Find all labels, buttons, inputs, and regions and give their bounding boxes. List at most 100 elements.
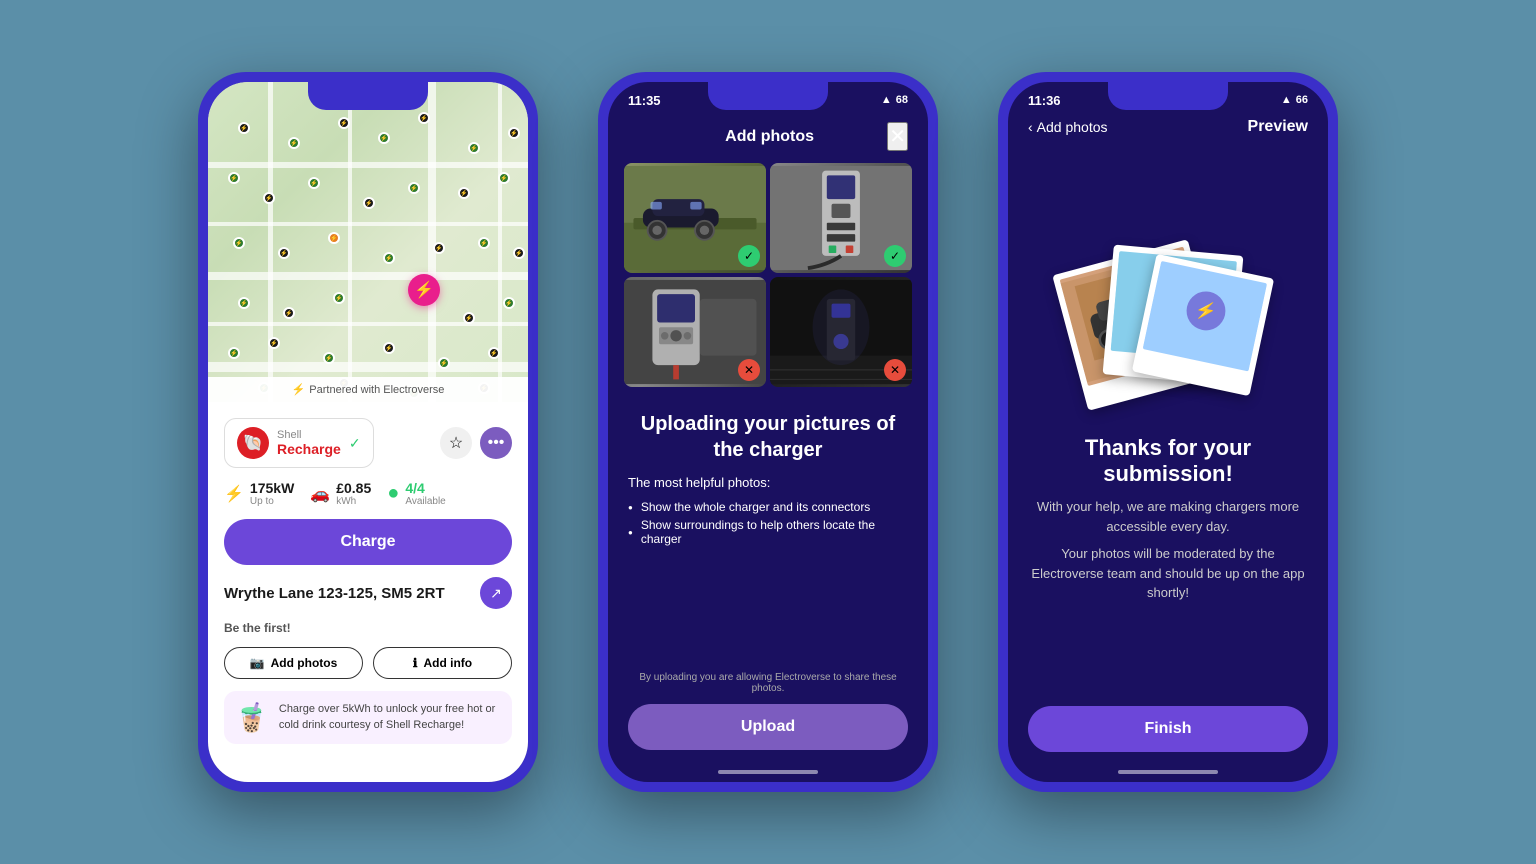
time-3: 11:36: [1028, 93, 1061, 108]
charger-marker-11: [363, 197, 375, 209]
charger-marker-31: [438, 357, 450, 369]
favorite-button[interactable]: ☆: [440, 427, 472, 459]
photo-cell-1: ✓: [624, 163, 766, 273]
address-text: Wrythe Lane 123-125, SM5 2RT: [224, 585, 445, 602]
phone-1-screen: ⚡ ⚡: [208, 82, 528, 782]
finish-button[interactable]: Finish: [1028, 706, 1308, 752]
photo-cell-2: ✓: [770, 163, 912, 273]
back-button[interactable]: ‹ Add photos: [1028, 119, 1108, 135]
road-horizontal-3: [208, 272, 528, 280]
promo-row: 🧋 Charge over 5kWh to unlock your free h…: [224, 691, 512, 744]
photo-badge-2: ✓: [884, 245, 906, 267]
map-area: ⚡ ⚡: [208, 82, 528, 402]
photo-badge-3: ✕: [738, 359, 760, 381]
upload-button[interactable]: Upload: [628, 704, 908, 750]
close-button-2[interactable]: ✕: [887, 122, 908, 151]
time-2: 11:35: [628, 93, 661, 108]
charger-marker-14: [498, 172, 510, 184]
phone-2: 11:35 ▲ 68 Add photos ✕: [598, 72, 938, 792]
phone-1-notch: [308, 82, 428, 110]
photos-grid: ✓: [608, 163, 928, 387]
upload-title: Uploading your pictures of the charger: [628, 411, 908, 463]
charger-marker-13: [458, 187, 470, 199]
photo-cell-3: ✕: [624, 277, 766, 387]
charger-marker-15: [233, 237, 245, 249]
charger-marker-4: [378, 132, 390, 144]
upload-footer: By uploading you are allowing Electrover…: [608, 660, 928, 762]
charger-marker-29: [323, 352, 335, 364]
action-buttons: 📷 Add photos ℹ Add info: [224, 647, 512, 679]
navigate-button[interactable]: ↗: [480, 577, 512, 609]
thanks-desc-2: Your photos will be moderated by the Ele…: [1028, 544, 1308, 603]
charger-marker-16: [278, 247, 290, 259]
address-row: Wrythe Lane 123-125, SM5 2RT ↗: [224, 577, 512, 609]
price-value: £0.85: [336, 480, 371, 496]
preview-label: Preview: [1248, 118, 1308, 136]
charge-button[interactable]: Charge: [224, 519, 512, 565]
lightning-icon: ⚡: [292, 383, 306, 396]
charger-marker-23: [283, 307, 295, 319]
charger-marker-10: [308, 177, 320, 189]
selected-charger-marker[interactable]: ⚡: [408, 274, 440, 306]
photo-badge-1: ✓: [738, 245, 760, 267]
battery-2: 68: [896, 94, 908, 106]
thanks-title: Thanks for your submission!: [1028, 435, 1308, 487]
road-vertical-2: [348, 82, 352, 402]
charger-marker-21: [513, 247, 525, 259]
partnered-bar: ⚡ Partnered with Electroverse: [208, 377, 528, 402]
phone-2-screen: 11:35 ▲ 68 Add photos ✕: [608, 82, 928, 782]
availability-stat: ● 4/4 Available: [387, 480, 446, 507]
thanks-area: ⚡ Thanks for your submission! With your …: [1008, 148, 1328, 706]
availability-value: 4/4: [405, 480, 445, 496]
power-label: Up to: [250, 496, 294, 507]
add-photos-button[interactable]: 📷 Add photos: [224, 647, 363, 679]
power-values: 175kW Up to: [250, 480, 294, 507]
charger-marker-9: [263, 192, 275, 204]
charger-marker-5: [418, 112, 430, 124]
promo-text: Charge over 5kWh to unlock your free hot…: [279, 702, 502, 733]
charger-marker-22: [238, 297, 250, 309]
brand-badge: 🐚 Shell Recharge ✓: [224, 418, 374, 468]
add-photos-label: Add photos: [271, 656, 338, 670]
promo-icon: 🧋: [234, 701, 269, 734]
modal-title-2: Add photos: [652, 128, 887, 146]
status-icons-3: ▲ 66: [1281, 94, 1308, 106]
charger-marker-25: [463, 312, 475, 324]
info-icon: ℹ: [413, 656, 418, 670]
add-info-button[interactable]: ℹ Add info: [373, 647, 512, 679]
be-first-label: Be the first!: [224, 621, 512, 635]
verified-icon: ✓: [349, 435, 361, 452]
helpful-label: The most helpful photos:: [628, 475, 908, 490]
phone-3-screen: 11:36 ▲ 66 ‹ Add photos Preview: [1008, 82, 1328, 782]
availability-label: Available: [405, 496, 445, 507]
wifi-icon-2: ▲: [881, 94, 892, 106]
price-values: £0.85 kWh: [336, 480, 371, 507]
wifi-icon-3: ▲: [1281, 94, 1292, 106]
polaroid-3-inner: ⚡: [1143, 261, 1267, 371]
charger-marker-26: [503, 297, 515, 309]
more-options-button[interactable]: •••: [480, 427, 512, 459]
brand-name: Shell Recharge: [277, 429, 341, 457]
brand-shell: Shell: [277, 429, 341, 441]
price-unit: kWh: [336, 496, 371, 507]
upload-disclaimer: By uploading you are allowing Electrover…: [628, 672, 908, 694]
phones-container: ⚡ ⚡: [198, 72, 1338, 792]
status-icons-2: ▲ 68: [881, 94, 908, 106]
charger-marker-1: [238, 122, 250, 134]
road-horizontal-1: [208, 162, 528, 168]
phone-1: ⚡ ⚡: [198, 72, 538, 792]
availability-dot-icon: ●: [387, 482, 399, 505]
road-vertical-1: [268, 82, 273, 402]
road-horizontal-2: [208, 222, 528, 226]
map-background: ⚡: [208, 82, 528, 402]
charger-marker-6: [468, 142, 480, 154]
tip-1: Show the whole charger and its connector…: [628, 498, 908, 516]
home-indicator-2: [608, 762, 928, 782]
charger-marker-27: [228, 347, 240, 359]
polaroid-3: ⚡: [1132, 254, 1274, 396]
charger-marker-28: [268, 337, 280, 349]
brand-actions: ☆ •••: [440, 427, 512, 459]
phone-3-notch: [1108, 82, 1228, 110]
shell-logo: 🐚: [237, 427, 269, 459]
home-bar-3: [1118, 770, 1218, 774]
